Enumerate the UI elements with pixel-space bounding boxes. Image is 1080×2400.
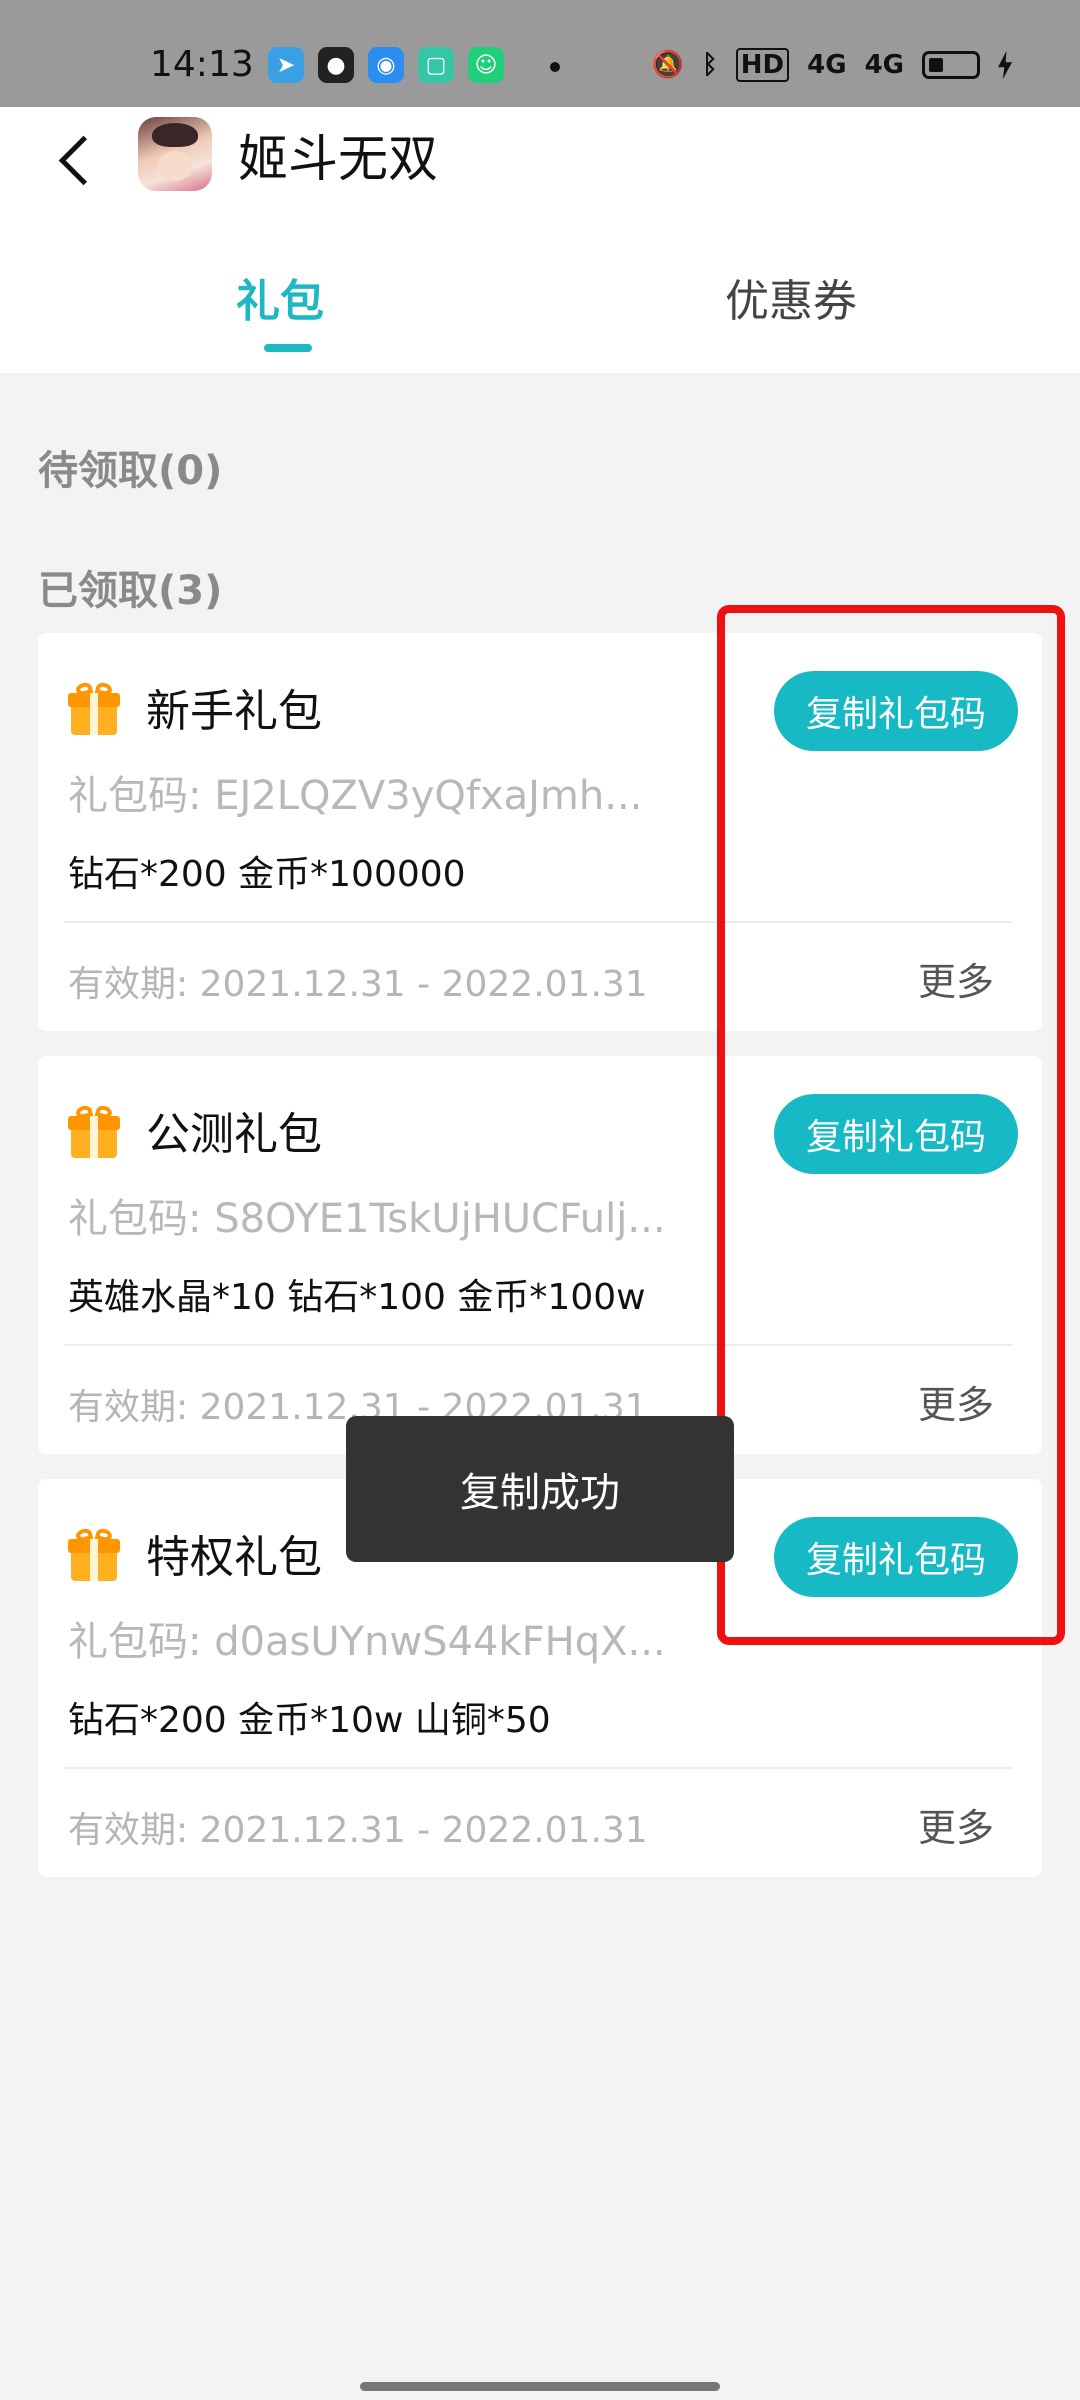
home-indicator[interactable] xyxy=(360,2382,720,2391)
gift-validity: 有效期: 2021.12.31 - 2022.01.31 xyxy=(68,955,648,1007)
gift-code-label: 礼包码: xyxy=(68,1619,202,1665)
validity-dates: 2021.12.31 - 2022.01.31 xyxy=(199,1810,648,1851)
status-app-icons: ➤ ● ◉ ▢ ☺ xyxy=(268,47,504,83)
battery-icon xyxy=(922,51,980,79)
gift-icon xyxy=(68,681,120,735)
bluetooth-icon: ᛒ xyxy=(702,50,718,80)
more-link[interactable]: 更多 xyxy=(918,1797,994,1852)
gift-title: 新手礼包 xyxy=(146,686,322,737)
validity-label: 有效期: xyxy=(68,1810,189,1851)
gift-icon xyxy=(68,1104,120,1158)
status-indicators: 🔕 ᛒ HD 4G 4G xyxy=(652,48,1012,82)
gift-title: 特权礼包 xyxy=(146,1532,322,1583)
gift-code-value: d0asUYnwS44kFHqX... xyxy=(214,1619,666,1665)
gift-rewards: 英雄水晶*10 钻石*100 金币*100w xyxy=(68,1277,646,1318)
validity-dates: 2021.12.31 - 2022.01.31 xyxy=(199,964,648,1005)
tab-gift-packs[interactable]: 礼包 xyxy=(236,265,324,329)
gift-rewards: 钻石*200 金币*100000 xyxy=(68,854,466,895)
gift-code-value: S8OYE1TskUjHUCFulj... xyxy=(214,1196,666,1242)
app-header: 姬斗无双 礼包 优惠券 xyxy=(0,107,1080,373)
signal-4g-icon: 4G xyxy=(807,50,847,80)
gift-title: 公测礼包 xyxy=(146,1109,322,1160)
gift-rewards: 钻石*200 金币*10w 山铜*50 xyxy=(68,1700,551,1741)
gift-validity: 有效期: 2021.12.31 - 2022.01.31 xyxy=(68,1801,648,1853)
browser-icon: ◉ xyxy=(368,47,404,83)
hd-icon: HD xyxy=(735,48,790,82)
back-button[interactable] xyxy=(54,127,114,197)
validity-label: 有效期: xyxy=(68,964,189,1005)
gift-code: 礼包码: d0asUYnwS44kFHqX... xyxy=(68,1609,718,1667)
notification-dot-icon xyxy=(550,62,560,72)
android-app-icon: ☺ xyxy=(468,47,504,83)
signal-4g-icon: 4G xyxy=(864,50,904,80)
gift-code-value: EJ2LQZV3yQfxaJmh... xyxy=(214,773,643,819)
status-time: 14:13 xyxy=(150,44,254,85)
tab-coupons[interactable]: 优惠券 xyxy=(725,265,857,329)
divider xyxy=(64,1767,1012,1769)
validity-label: 有效期: xyxy=(68,1387,189,1428)
notes-app-icon: ▢ xyxy=(418,47,454,83)
wechat-icon: ● xyxy=(318,47,354,83)
gift-icon xyxy=(68,1527,120,1581)
gift-code: 礼包码: S8OYE1TskUjHUCFulj... xyxy=(68,1186,718,1244)
game-avatar xyxy=(138,117,212,191)
gift-code-label: 礼包码: xyxy=(68,1196,202,1242)
gift-code-label: 礼包码: xyxy=(68,773,202,819)
claimed-section-label: 已领取(3) xyxy=(38,568,223,614)
gift-code: 礼包码: EJ2LQZV3yQfxaJmh... xyxy=(68,763,718,821)
highlight-annotation-box xyxy=(717,605,1065,1645)
active-tab-indicator xyxy=(264,344,312,352)
copy-success-toast: 复制成功 xyxy=(346,1416,734,1562)
page-title: 姬斗无双 xyxy=(238,130,438,188)
pending-section-label: 待领取(0) xyxy=(38,448,223,494)
status-bar: 14:13 ➤ ● ◉ ▢ ☺ 🔕 ᛒ HD 4G 4G xyxy=(0,0,1080,107)
charging-icon xyxy=(998,51,1012,79)
mute-vibrate-icon: 🔕 xyxy=(651,50,685,80)
telegram-icon: ➤ xyxy=(268,47,304,83)
